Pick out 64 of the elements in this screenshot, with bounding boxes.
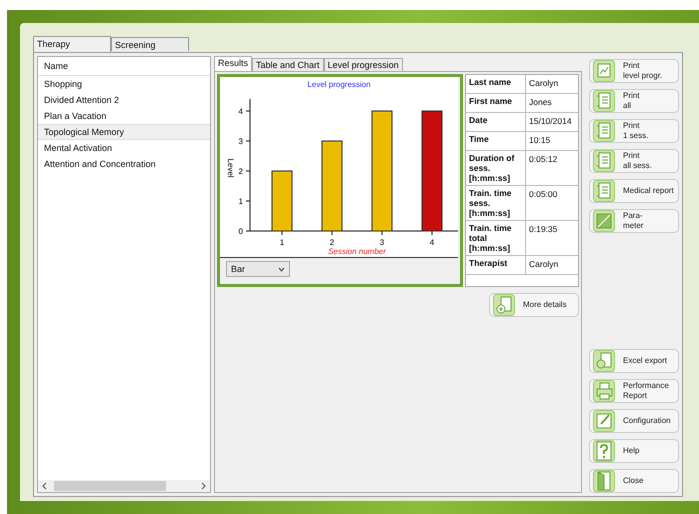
action-button[interactable]: Para- meter: [589, 209, 679, 233]
table-cell: Carolyn: [526, 75, 578, 94]
action-button[interactable]: Print all: [589, 89, 679, 113]
action-button[interactable]: Configuration: [589, 409, 679, 433]
caret-icon: [278, 266, 285, 272]
tab[interactable]: Screening: [111, 37, 189, 51]
table-cell: 0:05:12: [526, 151, 578, 186]
edit-icon: [593, 410, 615, 432]
tab[interactable]: Therapy: [33, 36, 111, 52]
table-cell: Train. time total [h:mm:ss]: [466, 221, 526, 256]
add-document-icon: [493, 294, 515, 316]
bar: [272, 170, 292, 232]
scroll-left-icon[interactable]: [41, 482, 47, 490]
table-cell: Duration of sess. [h:mm:ss]: [466, 151, 526, 186]
tab[interactable]: Table and Chart: [252, 58, 324, 71]
document-icon: [593, 150, 615, 172]
help-icon: [593, 440, 615, 462]
action-button[interactable]: Print 1 sess.: [589, 119, 679, 143]
table-cell: Carolyn: [526, 256, 578, 275]
document-icon: [593, 180, 615, 202]
chart-type-dropdown[interactable]: Bar: [226, 261, 290, 277]
action-button[interactable]: Close: [589, 469, 679, 493]
parameter-icon: [593, 210, 615, 232]
action-button[interactable]: Help: [589, 439, 679, 463]
table-cell: 15/10/2014: [526, 113, 578, 132]
horizontal-scrollbar[interactable]: [38, 480, 210, 492]
action-button[interactable]: Medical report: [589, 179, 679, 203]
chart-title: Level progression: [307, 80, 371, 89]
x-axis-label: Session number: [328, 247, 386, 256]
action-button[interactable]: Print all sess.: [589, 149, 679, 173]
table-cell: Train. time sess. [h:mm:ss]: [466, 186, 526, 221]
y-tick-label: 1: [238, 197, 243, 206]
x-tick-label: 4: [430, 238, 434, 247]
y-tick-label: 3: [238, 137, 243, 146]
chart-document-icon: [593, 60, 615, 82]
y-tick-label: 0: [238, 227, 243, 236]
action-button[interactable]: Performance Report: [589, 379, 679, 403]
document-icon: [593, 90, 615, 112]
table-cell: 0:19:35: [526, 221, 578, 256]
y-tick-label: 4: [238, 107, 243, 116]
table-cell: Last name: [466, 75, 526, 94]
table-cell: Therapist: [466, 256, 526, 275]
action-button[interactable]: Print level progr.: [589, 59, 679, 83]
spreadsheet-icon: [593, 350, 615, 372]
scroll-right-icon[interactable]: [201, 482, 207, 490]
y-tick-label: 2: [238, 167, 243, 176]
table-cell: 0:05:00: [526, 186, 578, 221]
list-item[interactable]: Topological Memory: [38, 124, 210, 140]
tab[interactable]: Level progression: [324, 58, 403, 71]
x-tick-label: 3: [380, 238, 384, 247]
document-icon: [593, 120, 615, 142]
x-tick-label: 2: [330, 238, 334, 247]
table-cell: First name: [466, 94, 526, 113]
printer-icon: [593, 380, 615, 402]
table-cell: Jones: [526, 94, 578, 113]
more-details-button[interactable]: More details: [489, 293, 579, 317]
x-tick-label: 1: [280, 238, 284, 247]
door-icon: [593, 470, 615, 492]
table-cell: 10:15: [526, 132, 578, 151]
tab[interactable]: Results: [214, 56, 252, 71]
table-cell: Time: [466, 132, 526, 151]
table-cell: Date: [466, 113, 526, 132]
action-button[interactable]: Excel export: [589, 349, 679, 373]
y-axis-label: Level: [226, 158, 235, 178]
